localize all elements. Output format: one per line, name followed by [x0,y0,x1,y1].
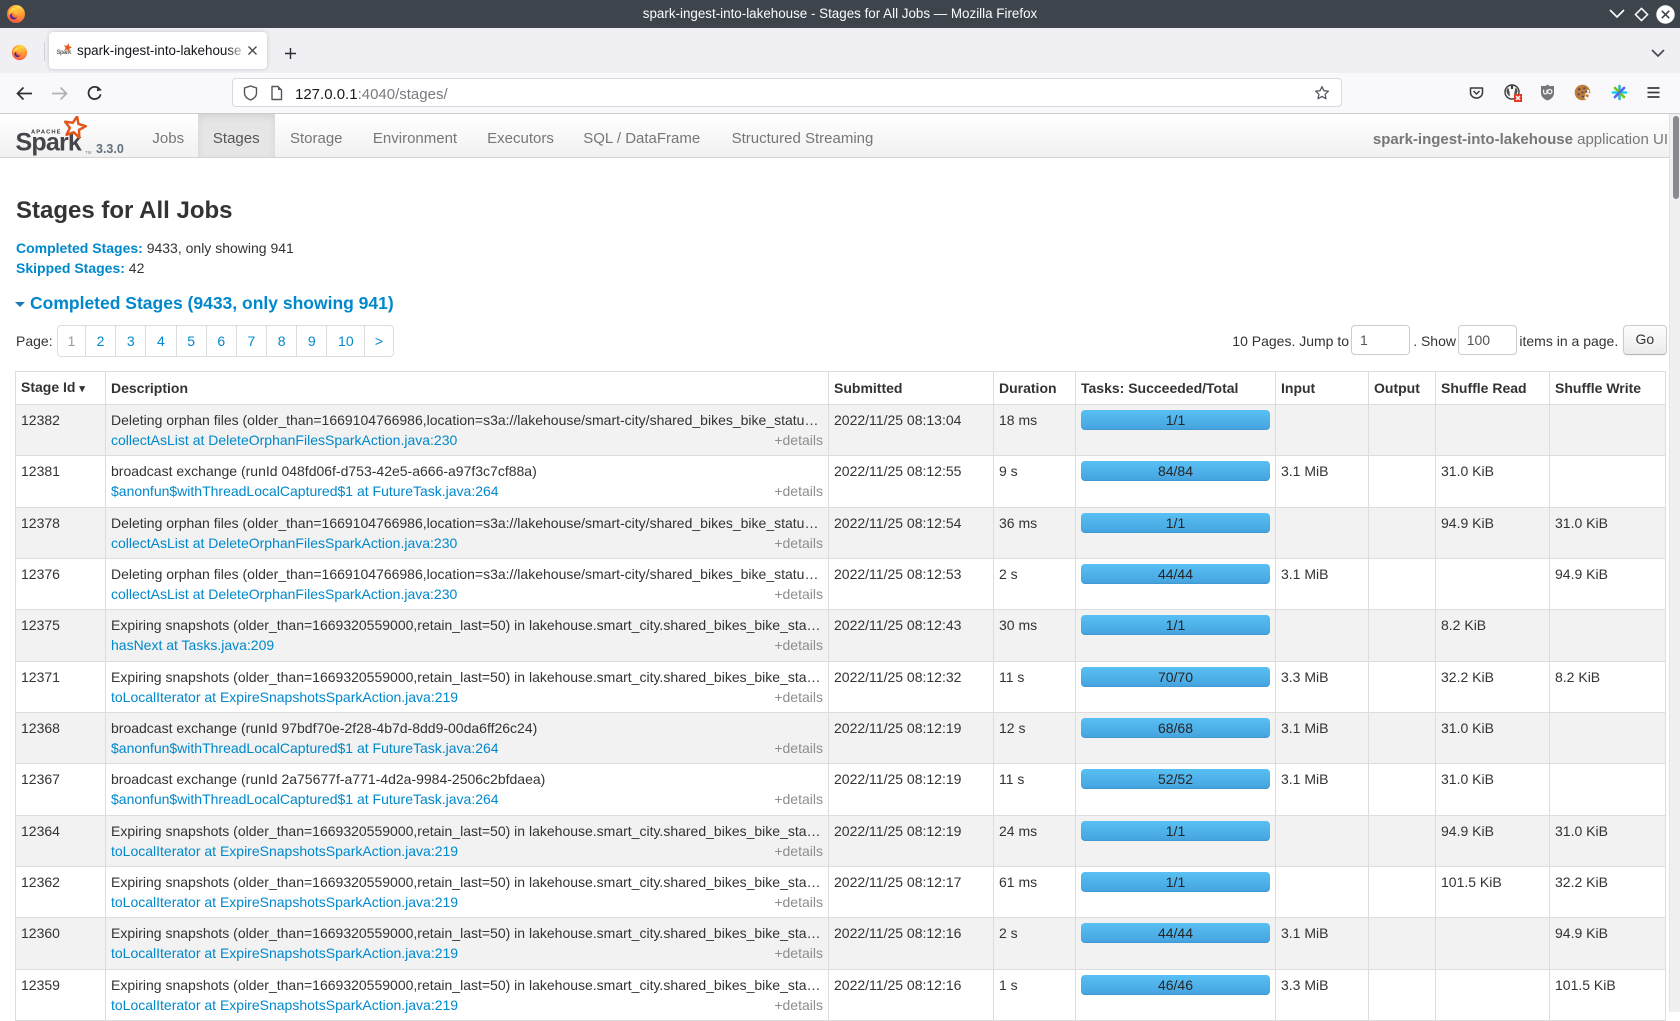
svg-text:TM: TM [85,150,92,155]
svg-text:Spark: Spark [57,50,72,56]
svg-text:APACHE: APACHE [31,130,62,136]
